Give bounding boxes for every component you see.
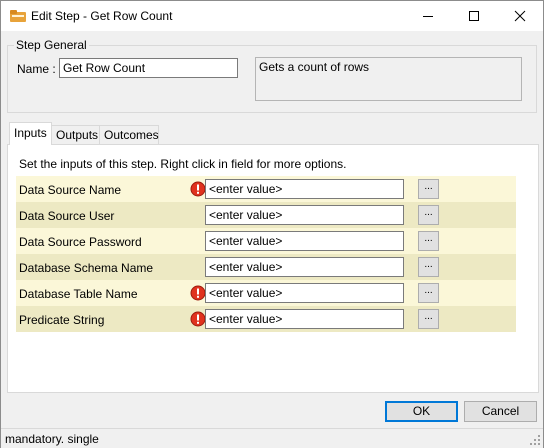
mandatory-icon (190, 285, 206, 301)
input-value-field[interactable] (205, 309, 404, 329)
input-value-field[interactable] (205, 283, 404, 303)
name-label: Name : (17, 62, 56, 76)
maximize-button[interactable] (451, 1, 497, 31)
name-input[interactable] (59, 58, 238, 78)
minimize-icon (423, 16, 433, 17)
close-button[interactable] (497, 1, 543, 31)
window-title: Edit Step - Get Row Count (31, 9, 173, 23)
tab-outputs-label: Outputs (56, 128, 99, 142)
browse-button[interactable]: ... (418, 283, 439, 303)
input-label: Database Table Name (19, 287, 138, 301)
cancel-button[interactable]: Cancel (464, 401, 537, 422)
browse-button[interactable]: ... (418, 231, 439, 251)
edit-step-dialog: Edit Step - Get Row Count Step General N… (0, 0, 544, 448)
browse-button[interactable]: ... (418, 179, 439, 199)
input-label: Data Source User (19, 209, 115, 223)
browse-button[interactable]: ... (418, 257, 439, 277)
tab-outputs[interactable]: Outputs (51, 125, 100, 145)
browse-button[interactable]: ... (418, 205, 439, 225)
tab-inputs[interactable]: Inputs (9, 122, 52, 145)
input-value-field[interactable] (205, 179, 404, 199)
status-text: mandatory. single (5, 432, 99, 446)
input-row-predicate-string: Predicate String ... (16, 306, 516, 332)
ok-button[interactable]: OK (385, 401, 458, 422)
input-value-field[interactable] (205, 257, 404, 277)
tab-outcomes-label: Outcomes (104, 128, 159, 142)
tab-outcomes[interactable]: Outcomes (99, 125, 159, 145)
input-value-field[interactable] (205, 205, 404, 225)
folder-step-icon (10, 10, 26, 22)
input-row-database-schema-name: Database Schema Name ... (16, 254, 516, 280)
input-row-database-table-name: Database Table Name ... (16, 280, 516, 306)
input-label: Data Source Name (19, 183, 122, 197)
input-label: Database Schema Name (19, 261, 154, 275)
description-text: Gets a count of rows (259, 60, 370, 74)
browse-button[interactable]: ... (418, 309, 439, 329)
input-value-field[interactable] (205, 231, 404, 251)
input-row-data-source-name: Data Source Name ... (16, 176, 516, 202)
description-box[interactable]: Gets a count of rows (255, 57, 522, 101)
status-bar: mandatory. single (1, 428, 543, 448)
minimize-button[interactable] (405, 1, 451, 31)
input-row-data-source-user: Data Source User ... (16, 202, 516, 228)
tab-inputs-label: Inputs (14, 126, 47, 140)
step-general-legend: Step General (14, 38, 89, 52)
mandatory-icon (190, 311, 206, 327)
input-label: Predicate String (19, 313, 105, 327)
close-icon (514, 10, 526, 22)
title-bar[interactable]: Edit Step - Get Row Count (1, 1, 543, 31)
maximize-icon (469, 11, 479, 21)
inputs-instructions: Set the inputs of this step. Right click… (19, 157, 347, 171)
input-label: Data Source Password (19, 235, 142, 249)
mandatory-icon (190, 181, 206, 197)
resize-grip-icon[interactable] (529, 434, 541, 446)
input-row-data-source-password: Data Source Password ... (16, 228, 516, 254)
